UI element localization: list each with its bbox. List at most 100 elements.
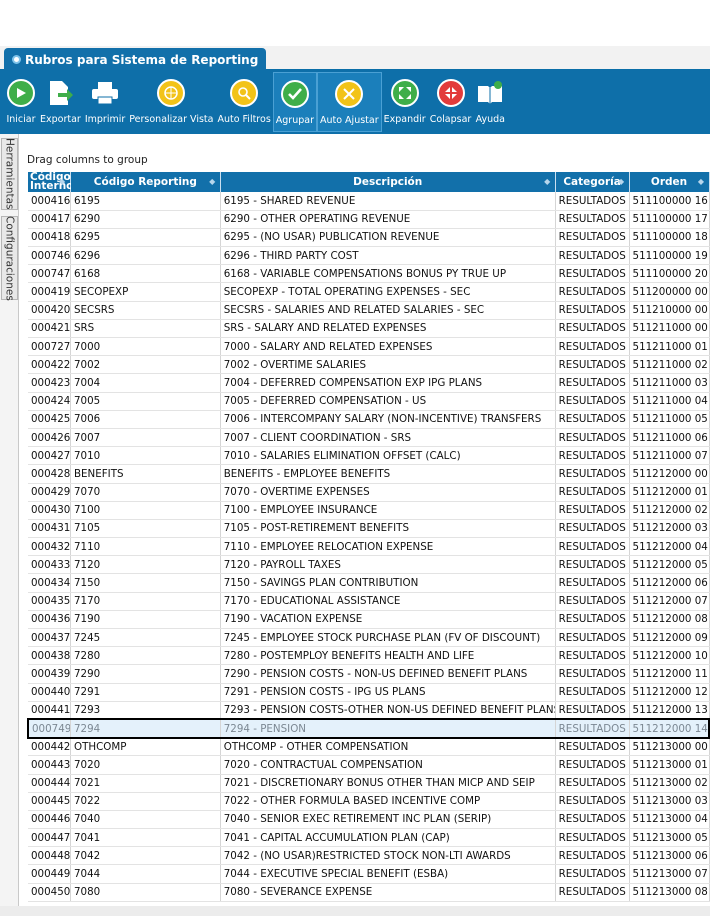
cell-descripcion: 7105 - POST-RETIREMENT BENEFITS xyxy=(220,519,556,539)
cell-orden: 511212000 13 xyxy=(629,701,710,720)
cell-orden: 511211000 01 xyxy=(629,337,710,357)
table-row[interactable]: 000422 7002 7002 - OVERTIME SALARIES RESULT… xyxy=(28,355,710,375)
table-row[interactable]: 000433 7120 7120 - PAYROLL TAXES RESULTADOS… xyxy=(28,555,710,575)
table-row[interactable]: 000435 7170 7170 - EDUCATIONAL ASSISTANCE R… xyxy=(28,592,710,611)
cell-codigo-interno: 000422 xyxy=(28,355,71,375)
table-row[interactable]: 000421 SRS SRS - SALARY AND RELATED EXPENS… xyxy=(28,319,710,339)
cell-descripcion: 7022 - OTHER FORMULA BASED INCENTIVE COM… xyxy=(220,792,556,811)
cell-descripcion: 7110 - EMPLOYEE RELOCATION EXPENSE xyxy=(220,537,556,557)
cell-codigo-reporting: 7041 xyxy=(70,828,221,848)
cell-codigo-reporting: 7042 xyxy=(70,846,221,866)
tab-rubros[interactable]: Rubros para Sistema de Reporting xyxy=(4,48,267,71)
table-row[interactable]: 000443 7020 7020 - CONTRACTUAL COMPENSATIO… xyxy=(28,755,710,775)
table-row[interactable]: 000431 7105 7105 - POST-RETIREMENT BENEFIT… xyxy=(28,519,710,539)
table-row[interactable]: 000428 BENEFITS BENEFITS - EMPLOYEE BENEFI… xyxy=(28,464,710,484)
auto-filtros-button[interactable]: Auto Filtros xyxy=(215,72,272,132)
status-strip xyxy=(0,906,710,916)
cell-orden: 511213000 00 xyxy=(629,737,710,757)
table-row[interactable]: 000441 7293 7293 - PENSION COSTS-OTHER NON… xyxy=(28,701,710,720)
ayuda-button[interactable]: Ayuda xyxy=(473,72,507,132)
table-row[interactable]: 000430 7100 7100 - EMPLOYEE INSURANCE RESUL… xyxy=(28,501,710,520)
tab-strip: Rubros para Sistema de Reporting xyxy=(0,46,710,71)
help-book-icon xyxy=(475,78,505,108)
cell-codigo-interno: 000426 xyxy=(28,428,71,448)
colapsar-button[interactable]: Colapsar xyxy=(428,72,474,132)
column-header-orden[interactable]: Orden ◆ xyxy=(629,172,710,192)
cell-codigo-reporting: 7020 xyxy=(70,755,221,775)
column-header-categoria[interactable]: Categoría ◆ xyxy=(555,172,630,192)
cell-codigo-interno: 000450 xyxy=(28,883,71,902)
cell-codigo-reporting: 7010 xyxy=(70,446,221,466)
cell-categoria: RESULTADOS xyxy=(555,610,630,630)
expandir-button[interactable]: Expandir xyxy=(382,72,428,132)
top-blank-area xyxy=(0,0,710,46)
table-row[interactable]: 000416 6195 6195 - SHARED REVENUE RESULTADO… xyxy=(28,192,710,211)
table-row[interactable]: 000437 7245 7245 - EMPLOYEE STOCK PURCHASE… xyxy=(28,628,710,648)
cell-descripcion: 7005 - DEFERRED COMPENSATION - US xyxy=(220,392,556,411)
table-row[interactable]: 000420 SECSRS SECSRS - SALARIES AND RELATE… xyxy=(28,301,710,320)
sort-icon: ◆ xyxy=(209,177,216,186)
exportar-button[interactable]: Exportar xyxy=(38,72,83,132)
imprimir-button[interactable]: Imprimir xyxy=(83,72,127,132)
cell-categoria: RESULTADOS xyxy=(555,446,630,466)
table-row[interactable]: 000444 7021 7021 - DISCRETIONARY BONUS OTH… xyxy=(28,774,710,793)
table-row[interactable]: 000432 7110 7110 - EMPLOYEE RELOCATION EXP… xyxy=(28,537,710,557)
cell-categoria: RESULTADOS xyxy=(555,337,630,357)
table-row[interactable]: 000749 7294 7294 - PENSION RESULTADOS 511212… xyxy=(26,718,710,739)
cell-codigo-reporting: 7293 xyxy=(70,701,221,720)
table-row[interactable]: 000434 7150 7150 - SAVINGS PLAN CONTRIBUTI… xyxy=(28,573,710,593)
table-row[interactable]: 000446 7040 7040 - SENIOR EXEC RETIREMENT … xyxy=(28,810,710,830)
sort-icon: ◆ xyxy=(58,177,66,186)
table-row[interactable]: 000423 7004 7004 - DEFERRED COMPENSATION E… xyxy=(28,373,710,393)
iniciar-button[interactable]: Iniciar xyxy=(4,72,38,132)
table-row[interactable]: 000747 6168 6168 - VARIABLE COMPENSATIONS … xyxy=(28,264,710,284)
table-row[interactable]: 000727 7000 7000 - SALARY AND RELATED EXPE… xyxy=(28,337,710,357)
table-row[interactable]: 000440 7291 7291 - PENSION COSTS - IPG US … xyxy=(28,683,710,702)
cell-codigo-reporting: 7170 xyxy=(70,592,221,611)
table-row[interactable]: 000448 7042 7042 - (NO USAR)RESTRICTED STO… xyxy=(28,846,710,866)
table-row[interactable]: 000450 7080 7080 - SEVERANCE EXPENSE RESULT… xyxy=(28,883,710,902)
table-row[interactable]: 000427 7010 7010 - SALARIES ELIMINATION OF… xyxy=(28,446,710,466)
cell-categoria: RESULTADOS xyxy=(555,392,630,411)
table-row[interactable]: 000419 SECOPEXP SECOPEXP - TOTAL OPERATING… xyxy=(28,282,710,302)
column-header-codigo-reporting[interactable]: Código Reporting ◆ xyxy=(70,172,221,192)
header-label: Categoría xyxy=(563,176,621,188)
table-row[interactable]: 000439 7290 7290 - PENSION COSTS - NON-US … xyxy=(28,664,710,684)
column-header-descripcion[interactable]: Descripción ◆ xyxy=(220,172,556,192)
sort-icon: ◆ xyxy=(697,177,705,186)
cell-orden: 511213000 08 xyxy=(629,883,710,902)
table-row[interactable]: 000442 OTHCOMP OTHCOMP - OTHER COMPENSATIO… xyxy=(28,737,710,757)
cell-codigo-interno: 000746 xyxy=(28,246,71,266)
table-row[interactable]: 000746 6296 6296 - THIRD PARTY COST RESULTA… xyxy=(28,246,710,266)
table-row[interactable]: 000424 7005 7005 - DEFERRED COMPENSATION -… xyxy=(28,392,710,411)
table-row[interactable]: 000426 7007 7007 - CLIENT COORDINATION - S… xyxy=(28,428,710,448)
personalizar-vista-button[interactable]: Personalizar Vista xyxy=(127,72,215,132)
cell-categoria: RESULTADOS xyxy=(555,792,630,811)
cell-categoria: RESULTADOS xyxy=(555,774,630,793)
cell-codigo-reporting: 7280 xyxy=(70,646,221,666)
cell-categoria: RESULTADOS xyxy=(555,483,630,502)
cell-categoria: RESULTADOS xyxy=(555,264,630,284)
group-by-hint[interactable]: Drag columns to group xyxy=(27,154,148,166)
table-row[interactable]: 000417 6290 6290 - OTHER OPERATING REVENUE… xyxy=(28,210,710,229)
cell-categoria: RESULTADOS xyxy=(555,428,630,448)
cell-orden: 511213000 01 xyxy=(629,755,710,775)
table-row[interactable]: 000429 7070 7070 - OVERTIME EXPENSES RESULT… xyxy=(28,483,710,502)
table-row[interactable]: 000418 6295 6295 - (NO USAR) PUBLICATION R… xyxy=(28,228,710,248)
side-tab-herramientas[interactable]: Herramientas xyxy=(1,138,18,210)
cell-orden: 511212000 08 xyxy=(629,610,710,630)
column-header-codigo-interno[interactable]: Código Interno ◆ xyxy=(28,172,73,192)
table-row[interactable]: 000436 7190 7190 - VACATION EXPENSE RESULTA… xyxy=(28,610,710,630)
side-tab-configuraciones[interactable]: Configuraciones xyxy=(1,216,18,300)
table-row[interactable]: 000445 7022 7022 - OTHER FORMULA BASED INC… xyxy=(28,792,710,811)
cell-descripcion: 7004 - DEFERRED COMPENSATION EXP IPG PLA… xyxy=(220,373,556,393)
auto-ajustar-button[interactable]: Auto Ajustar xyxy=(316,72,382,132)
table-row[interactable]: 000425 7006 7006 - INTERCOMPANY SALARY (NO… xyxy=(28,410,710,429)
cell-categoria: RESULTADOS xyxy=(555,246,630,266)
cell-descripcion: 6290 - OTHER OPERATING REVENUE xyxy=(220,210,556,229)
table-row[interactable]: 000438 7280 7280 - POSTEMPLOY BENEFITS HEA… xyxy=(28,646,710,666)
table-row[interactable]: 000449 7044 7044 - EXECUTIVE SPECIAL BENEF… xyxy=(28,864,710,884)
cell-descripcion: 7010 - SALARIES ELIMINATION OFFSET (CALC… xyxy=(220,446,556,466)
table-row[interactable]: 000447 7041 7041 - CAPITAL ACCUMULATION PL… xyxy=(28,828,710,848)
agrupar-button[interactable]: Agrupar xyxy=(272,72,317,132)
